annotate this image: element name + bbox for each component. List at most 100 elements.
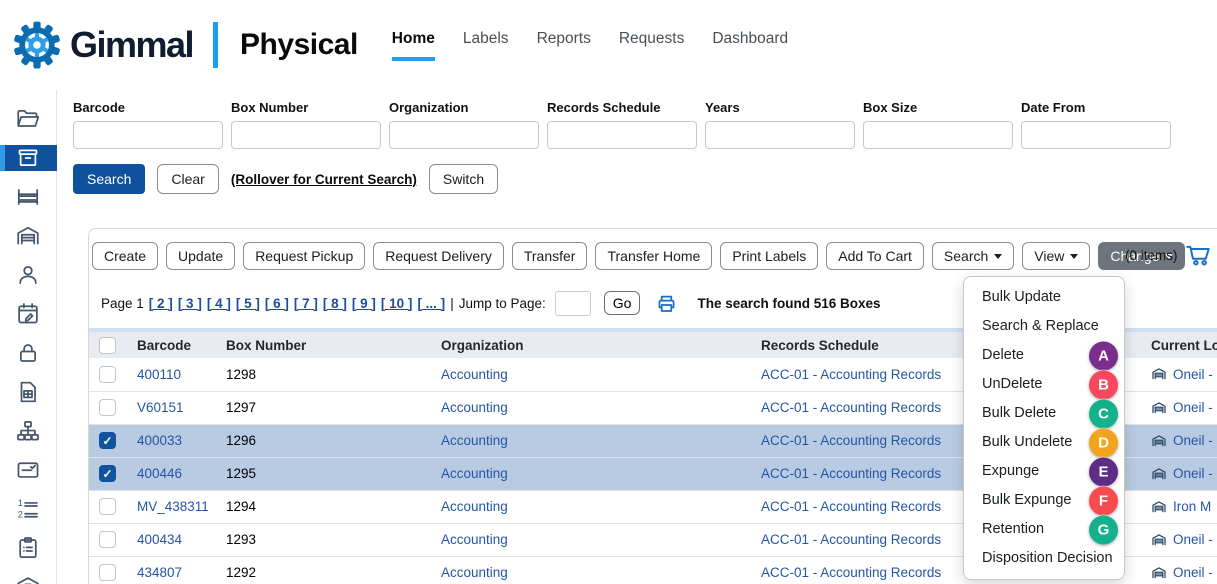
menu-item-retention[interactable]: RetentionG	[964, 515, 1124, 544]
page-link-3[interactable]: [ 3 ]	[178, 296, 202, 311]
sidebar-item-numbered-list[interactable]: 12	[0, 496, 57, 522]
menu-item-bulk-delete[interactable]: Bulk DeleteC	[964, 399, 1124, 428]
print-results-button[interactable]	[655, 292, 678, 315]
records-schedule-link[interactable]: ACC-01 - Accounting Records	[761, 466, 941, 481]
sidebar-item-warehouse[interactable]	[0, 223, 57, 249]
page-link-2[interactable]: [ 2 ]	[149, 296, 173, 311]
print-labels-button[interactable]: Print Labels	[720, 242, 818, 270]
go-button[interactable]: Go	[604, 291, 641, 315]
sidebar-item-boxes[interactable]	[0, 145, 57, 171]
organization-link[interactable]: Accounting	[441, 532, 508, 547]
row-checkbox[interactable]	[99, 432, 116, 449]
add-to-cart-button[interactable]: Add To Cart	[826, 242, 924, 270]
records-schedule-link[interactable]: ACC-01 - Accounting Records	[761, 532, 941, 547]
barcode-link[interactable]: 400110	[137, 367, 181, 382]
row-checkbox[interactable]	[99, 498, 116, 515]
sidebar-item-users[interactable]	[0, 262, 57, 288]
date-from-input[interactable]	[1021, 121, 1171, 149]
nav-requests[interactable]: Requests	[619, 30, 684, 61]
organization-link[interactable]: Accounting	[441, 400, 508, 415]
current-location-link[interactable]: Oneil -	[1173, 367, 1213, 382]
sidebar-item-shelves[interactable]	[0, 184, 57, 210]
organization-link[interactable]: Accounting	[441, 499, 508, 514]
barcode-link[interactable]: 434807	[137, 565, 182, 580]
rollover-current-search-link[interactable]: (Rollover for Current Search)	[231, 172, 417, 187]
sidebar-item-tasks[interactable]	[0, 535, 57, 561]
gimmal-logo[interactable]: Gimmal Physical	[12, 20, 358, 70]
row-checkbox[interactable]	[99, 564, 116, 581]
search-menu-button[interactable]: Search	[932, 242, 1014, 270]
page-link-more[interactable]: [ ... ]	[417, 296, 445, 311]
switch-button[interactable]: Switch	[429, 164, 498, 194]
sidebar-item-open-folder[interactable]	[0, 106, 57, 132]
sidebar-item-schedule[interactable]	[0, 301, 57, 327]
row-checkbox[interactable]	[99, 465, 116, 482]
current-location-link[interactable]: Oneil -	[1173, 400, 1213, 415]
barcode-link[interactable]: 400446	[137, 466, 182, 481]
page-link-5[interactable]: [ 5 ]	[236, 296, 260, 311]
organization-link[interactable]: Accounting	[441, 565, 508, 580]
page-link-6[interactable]: [ 6 ]	[265, 296, 289, 311]
clear-button[interactable]: Clear	[157, 164, 218, 194]
menu-item-bulk-expunge[interactable]: Bulk ExpungeF	[964, 486, 1124, 515]
page-link-9[interactable]: [ 9 ]	[352, 296, 376, 311]
nav-reports[interactable]: Reports	[537, 30, 591, 61]
page-link-4[interactable]: [ 4 ]	[207, 296, 231, 311]
records-schedule-input[interactable]	[547, 121, 697, 149]
sidebar-item-security[interactable]	[0, 340, 57, 366]
current-location-link[interactable]: Oneil -	[1173, 466, 1213, 481]
barcode-link[interactable]: 400033	[137, 433, 182, 448]
request-pickup-button[interactable]: Request Pickup	[243, 242, 365, 270]
organization-input[interactable]	[389, 121, 539, 149]
search-button[interactable]: Search	[73, 164, 145, 194]
page-link-10[interactable]: [ 10 ]	[381, 296, 413, 311]
page-link-7[interactable]: [ 7 ]	[294, 296, 318, 311]
nav-home[interactable]: Home	[392, 30, 435, 61]
barcode-link[interactable]: MV_438311	[137, 499, 209, 514]
row-checkbox[interactable]	[99, 531, 116, 548]
records-schedule-link[interactable]: ACC-01 - Accounting Records	[761, 400, 941, 415]
update-button[interactable]: Update	[166, 242, 235, 270]
select-all-checkbox[interactable]	[99, 337, 116, 354]
transfer-home-button[interactable]: Transfer Home	[595, 242, 712, 270]
sidebar-item-reports[interactable]	[0, 379, 57, 405]
page-link-8[interactable]: [ 8 ]	[323, 296, 347, 311]
current-location-link[interactable]: Iron M	[1173, 499, 1211, 514]
nav-labels[interactable]: Labels	[463, 30, 509, 61]
row-checkbox[interactable]	[99, 399, 116, 416]
cart-icon[interactable]	[1183, 241, 1213, 269]
sidebar-item-org-chart[interactable]	[0, 418, 57, 444]
records-schedule-link[interactable]: ACC-01 - Accounting Records	[761, 499, 941, 514]
box-number-input[interactable]	[231, 121, 381, 149]
records-schedule-link[interactable]: ACC-01 - Accounting Records	[761, 433, 941, 448]
menu-item-disposition-decision[interactable]: Disposition Decision	[964, 544, 1124, 573]
records-schedule-link[interactable]: ACC-01 - Accounting Records	[761, 565, 941, 580]
barcode-link[interactable]: V60151	[137, 400, 184, 415]
menu-item-undelete[interactable]: UnDeleteB	[964, 370, 1124, 399]
barcode-link[interactable]: 400434	[137, 532, 182, 547]
nav-dashboard[interactable]: Dashboard	[712, 30, 788, 61]
organization-link[interactable]: Accounting	[441, 367, 508, 382]
menu-item-delete[interactable]: DeleteA	[964, 341, 1124, 370]
organization-link[interactable]: Accounting	[441, 433, 508, 448]
request-delivery-button[interactable]: Request Delivery	[373, 242, 504, 270]
transfer-button[interactable]: Transfer	[512, 242, 588, 270]
create-button[interactable]: Create	[92, 242, 158, 270]
box-size-input[interactable]	[863, 121, 1013, 149]
menu-item-bulk-undelete[interactable]: Bulk UndeleteD	[964, 428, 1124, 457]
current-location-link[interactable]: Oneil -	[1173, 565, 1213, 580]
row-checkbox[interactable]	[99, 366, 116, 383]
menu-item-bulk-update[interactable]: Bulk Update	[964, 283, 1124, 312]
menu-item-search-replace[interactable]: Search & Replace	[964, 312, 1124, 341]
jump-to-page-input[interactable]	[555, 291, 591, 316]
current-location-link[interactable]: Oneil -	[1173, 433, 1213, 448]
current-location-link[interactable]: Oneil -	[1173, 532, 1213, 547]
view-menu-button[interactable]: View	[1022, 242, 1090, 270]
sidebar-item-requests[interactable]	[0, 457, 57, 483]
years-input[interactable]	[705, 121, 855, 149]
sidebar-item-inventory[interactable]	[0, 574, 57, 584]
barcode-input[interactable]	[73, 121, 223, 149]
organization-link[interactable]: Accounting	[441, 466, 508, 481]
records-schedule-link[interactable]: ACC-01 - Accounting Records	[761, 367, 941, 382]
menu-item-expunge[interactable]: ExpungeE	[964, 457, 1124, 486]
